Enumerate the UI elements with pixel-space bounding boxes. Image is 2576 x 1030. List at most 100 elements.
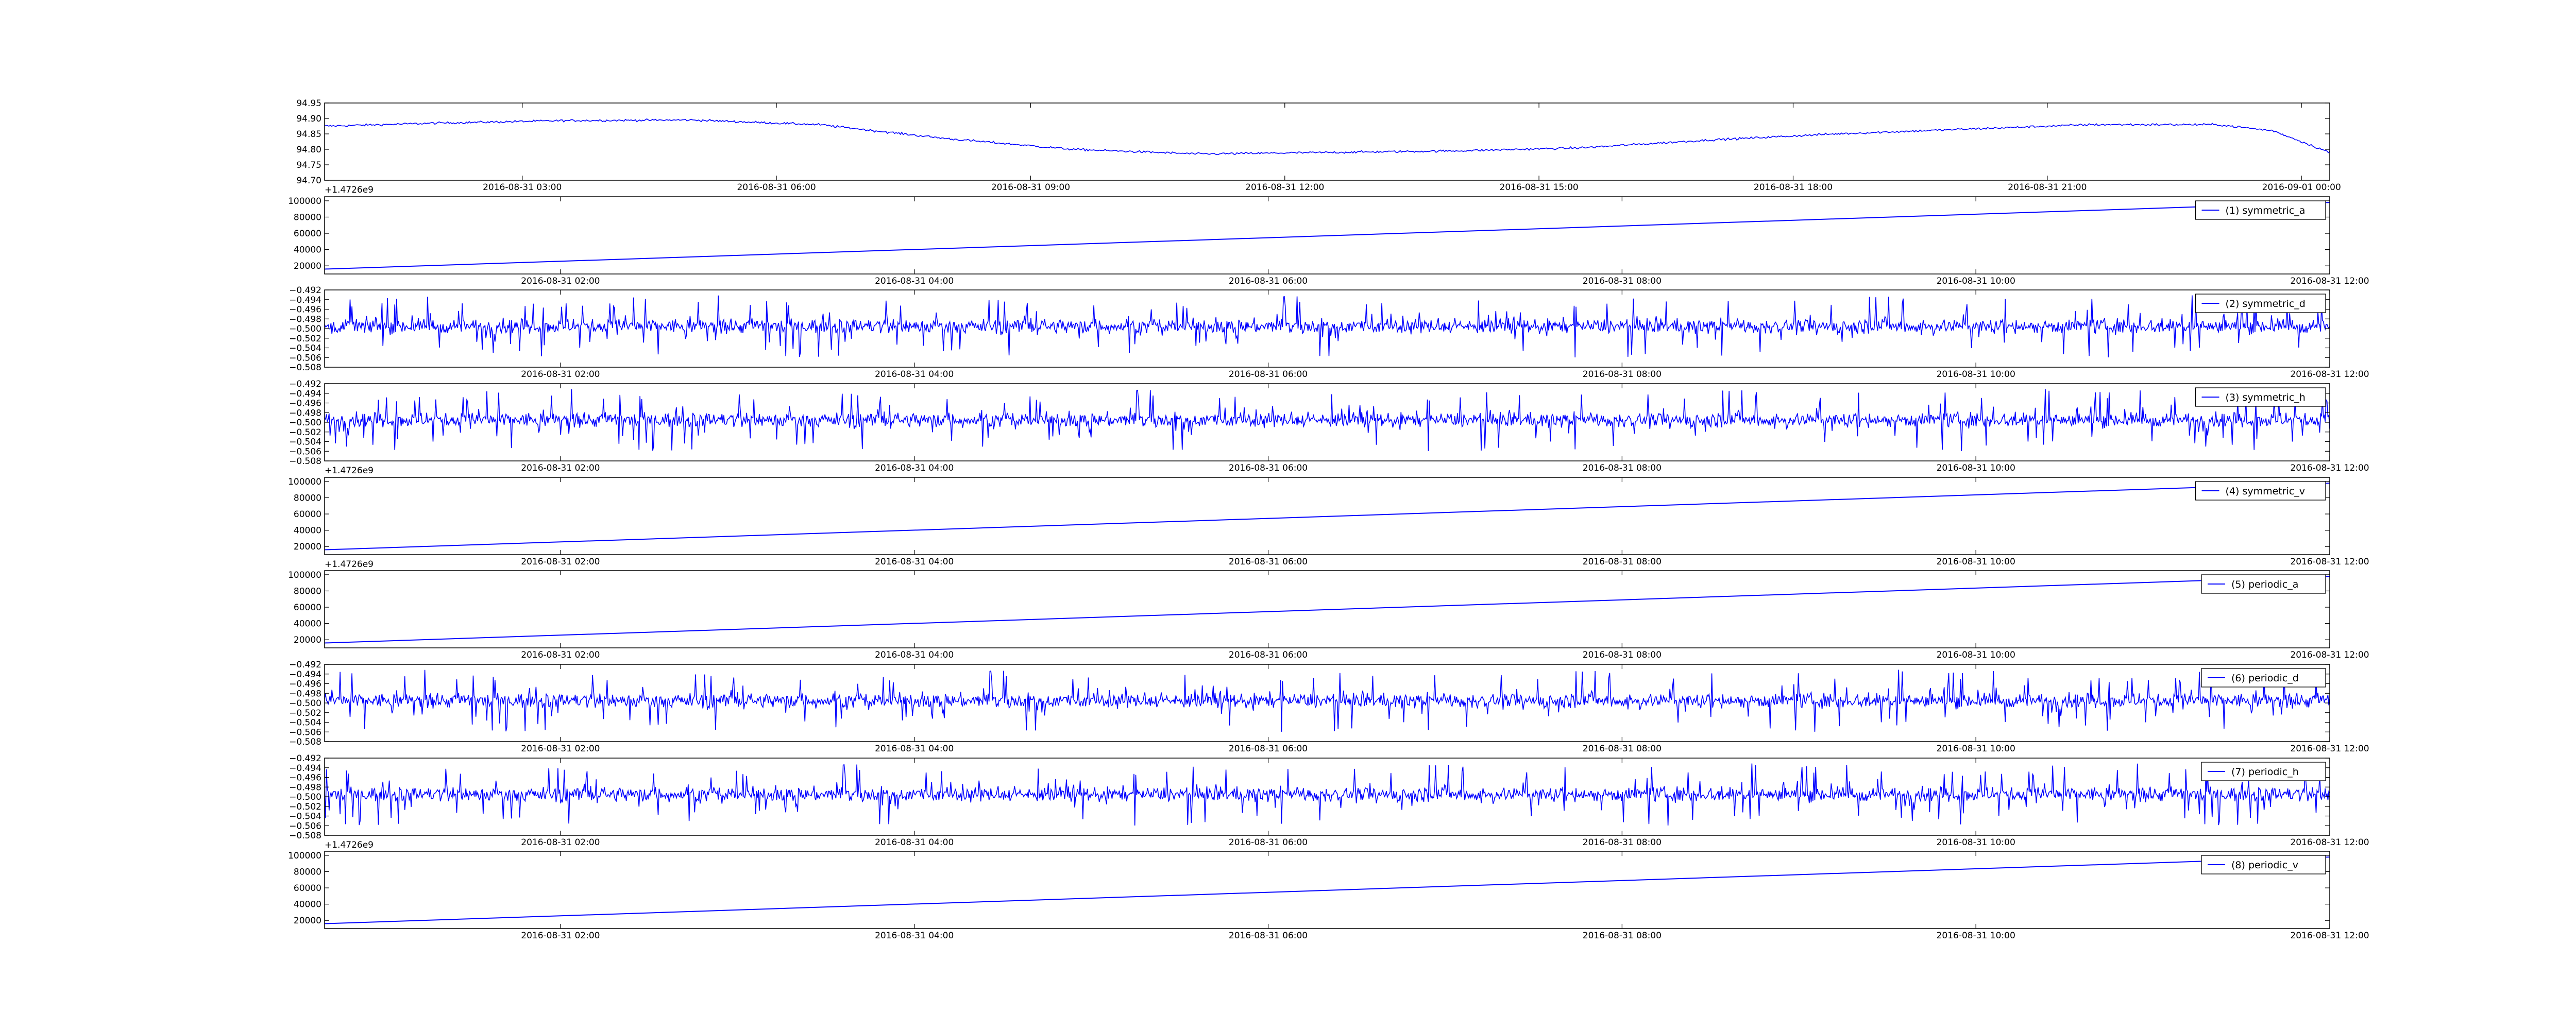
y-tick-label: −0.498 [289,408,321,418]
x-tick-label: 2016-08-31 06:00 [737,182,816,193]
x-tick-label: 2016-08-31 08:00 [1583,837,1662,848]
x-tick-label: 2016-08-31 08:00 [1583,744,1662,754]
offset-label: +1.4726e9 [325,185,374,195]
x-tick-label: 2016-08-31 18:00 [1754,182,1833,193]
y-tick-label: 100000 [288,851,321,861]
panel-symmetric_a: 20000 40000 60000 80000 100000 2016-08-31 02:… [288,196,2369,286]
legend-label: (6) periodic_d [2231,673,2299,684]
y-tick-label: −0.492 [289,753,321,764]
y-tick-label: −0.494 [289,763,321,774]
x-tick-label: 2016-08-31 12:00 [2290,837,2369,848]
y-tick-label: −0.508 [289,456,321,467]
x-tick-label: 2016-08-31 12:00 [2290,276,2369,286]
panel-periodic_h: −0.508−0.506−0.504−0.502−0.500−0.498−0.4… [289,753,2369,850]
y-tick-label: 60000 [294,229,321,239]
y-tick-label: 20000 [294,261,321,271]
y-tick-label: −0.498 [289,689,321,699]
x-tick-label: 2016-08-31 12:00 [2290,744,2369,754]
x-tick-label: 2016-08-31 08:00 [1583,650,1662,660]
y-tick-label: −0.506 [289,821,321,831]
y-tick-label: −0.496 [289,679,321,690]
y-tick-label: 80000 [294,493,321,503]
legend-label: (4) symmetric_v [2226,486,2306,497]
x-tick-label: 2016-08-31 12:00 [1245,182,1324,193]
series-line-periodic_h [325,763,2330,826]
legend-label: (8) periodic_v [2231,860,2298,871]
series-line-symmetric_a [325,202,2330,270]
y-tick-label: 94.85 [296,129,321,140]
x-tick-label: 2016-08-31 08:00 [1583,276,1662,286]
x-tick-label: 2016-08-31 04:00 [875,463,954,473]
legend: (6) periodic_d [2201,668,2326,688]
x-tick-label: 2016-08-31 08:00 [1583,463,1662,473]
y-tick-label: 100000 [288,570,321,580]
y-tick-label: 40000 [294,619,321,629]
series-line-periodic_a [325,576,2330,644]
y-tick-label: −0.492 [289,379,321,389]
y-tick-label: 94.70 [296,176,321,186]
series-line-symmetric_d [325,295,2330,357]
y-tick-label: −0.504 [289,344,321,354]
x-tick-label: 2016-08-31 02:00 [521,463,600,473]
x-tick-label: 2016-08-31 06:00 [1229,650,1308,660]
x-tick-label: 2016-09-01 00:00 [2262,182,2341,193]
y-tick-label: −0.502 [289,802,321,812]
y-tick-label: −0.504 [289,812,321,822]
x-tick-label: 2016-08-31 09:00 [991,182,1070,193]
x-tick-label: 2016-08-31 06:00 [1229,837,1308,848]
legend: (7) periodic_h [2201,762,2326,781]
series-line-periodic_d [325,670,2330,732]
chart-figure: 94.70 94.75 94.80 94.85 94.90 94.95 2016-08-31… [288,98,2369,941]
x-tick-label: 2016-08-31 02:00 [521,650,600,660]
x-tick-label: 2016-08-31 06:00 [1229,369,1308,380]
offset-label: +1.4726e9 [325,840,374,850]
series-line-symmetric_h [325,389,2330,451]
x-tick-label: 2016-08-31 04:00 [875,837,954,848]
x-tick-label: 2016-08-31 10:00 [1937,744,2015,754]
x-tick-label: 2016-08-31 12:00 [2290,931,2369,941]
axes-frame [324,289,2330,368]
y-tick-label: 94.90 [296,114,321,124]
series-line-periodic_v [325,856,2330,924]
x-tick-label: 2016-08-31 10:00 [1937,650,2015,660]
y-tick-label: 40000 [294,526,321,536]
legend: (2) symmetric_d [2195,294,2326,313]
y-tick-label: −0.506 [289,727,321,737]
x-tick-label: 2016-08-31 02:00 [521,744,600,754]
y-tick-label: 80000 [294,586,321,596]
x-tick-label: 2016-08-31 12:00 [2290,650,2369,660]
y-tick-label: −0.508 [289,737,321,747]
x-tick-label: 2016-08-31 15:00 [1500,182,1579,193]
y-tick-label: −0.498 [289,314,321,324]
y-tick-label: −0.502 [289,427,321,438]
y-tick-label: 20000 [294,542,321,552]
y-tick-label: −0.504 [289,437,321,448]
legend: (5) periodic_a [2201,574,2326,594]
x-tick-label: 2016-08-31 10:00 [1937,557,2015,567]
x-tick-label: 2016-08-31 08:00 [1583,557,1662,567]
legend-label: (1) symmetric_a [2226,205,2306,216]
x-tick-label: 2016-08-31 04:00 [875,650,954,660]
x-tick-label: 2016-08-31 02:00 [521,276,600,286]
y-tick-label: −0.492 [289,285,321,296]
x-tick-label: 2016-08-31 12:00 [2290,557,2369,567]
x-tick-label: 2016-08-31 08:00 [1583,369,1662,380]
x-tick-label: 2016-08-31 08:00 [1583,931,1662,941]
y-tick-label: −0.494 [289,295,321,305]
panel-periodic_a: 20000 40000 60000 80000 100000 2016-08-31 02:… [288,570,2369,660]
y-tick-label: −0.494 [289,389,321,399]
x-tick-label: 2016-08-31 04:00 [875,369,954,380]
axes-frame [324,102,2330,181]
panel-symmetric_d: −0.508−0.506−0.504−0.502−0.500−0.498−0.4… [289,285,2369,380]
x-tick-label: 2016-08-31 02:00 [521,837,600,848]
y-tick-label: 20000 [294,635,321,645]
legend-label: (5) periodic_a [2231,579,2298,590]
y-tick-label: 94.75 [296,160,321,170]
y-tick-label: 94.95 [296,98,321,109]
y-tick-label: −0.508 [289,831,321,841]
offset-label: +1.4726e9 [325,559,374,570]
y-tick-label: 60000 [294,603,321,613]
x-tick-label: 2016-08-31 10:00 [1937,369,2015,380]
y-tick-label: −0.498 [289,782,321,793]
legend: (4) symmetric_v [2195,481,2326,501]
